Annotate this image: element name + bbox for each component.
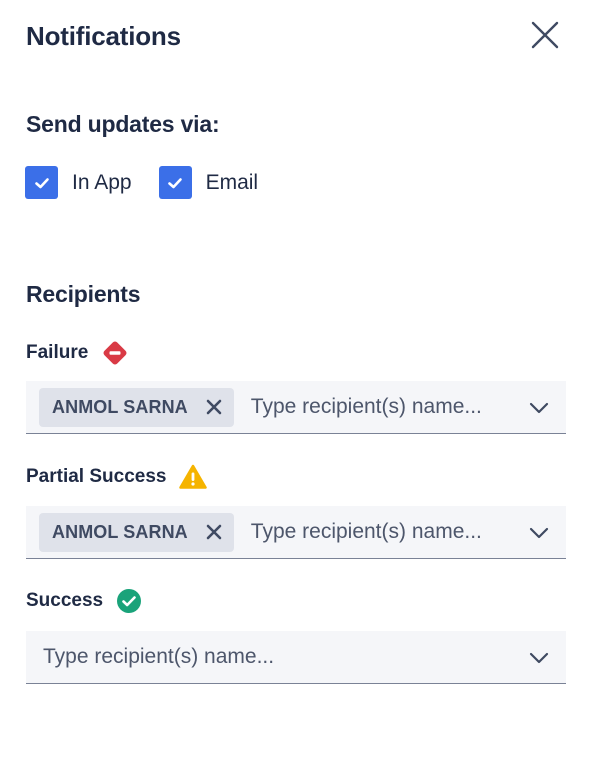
partial-success-recipients-select[interactable]: ANMOL SARNA Type recipient(s) name... [26, 506, 566, 559]
success-label-text: Success [26, 590, 104, 611]
partial-success-label: Partial Success [26, 464, 208, 490]
failure-icon [101, 339, 129, 367]
email-checkbox[interactable] [158, 166, 192, 199]
chevron-down-icon [529, 402, 549, 414]
panel-title: Notifications [26, 21, 181, 51]
chevron-down-icon [529, 652, 549, 664]
close-icon [206, 399, 222, 415]
email-label: Email [205, 171, 259, 194]
remove-recipient-button[interactable] [204, 397, 224, 417]
chevron-down-icon [529, 527, 549, 539]
warning-icon [179, 464, 208, 490]
recipient-chip: ANMOL SARNA [39, 387, 234, 427]
failure-label: Failure [26, 339, 129, 367]
success-label: Success [26, 588, 142, 614]
recipients-title: Recipients [26, 281, 141, 307]
recipient-search-input[interactable]: Type recipient(s) name... [251, 395, 482, 419]
in-app-option[interactable]: In App [25, 166, 132, 199]
channel-checkboxes: In App Email [25, 166, 285, 199]
in-app-label: In App [72, 171, 132, 194]
dropdown-toggle[interactable] [528, 522, 550, 544]
failure-label-text: Failure [26, 342, 89, 363]
dropdown-toggle[interactable] [528, 647, 550, 669]
in-app-checkbox[interactable] [25, 166, 58, 199]
recipient-chip: ANMOL SARNA [39, 512, 234, 552]
remove-recipient-button[interactable] [204, 522, 224, 542]
dropdown-toggle[interactable] [528, 397, 550, 419]
close-button[interactable] [530, 20, 560, 50]
failure-recipients-select[interactable]: ANMOL SARNA Type recipient(s) name... [26, 381, 566, 434]
partial-success-label-text: Partial Success [26, 466, 167, 487]
checkmark-icon [34, 177, 49, 188]
checkmark-icon [168, 177, 182, 188]
close-icon [206, 524, 222, 540]
send-updates-title: Send updates via: [26, 111, 220, 137]
recipient-chip-label: ANMOL SARNA [52, 396, 188, 417]
success-icon [116, 588, 142, 614]
recipient-search-input[interactable]: Type recipient(s) name... [251, 520, 482, 544]
success-recipients-select[interactable]: Type recipient(s) name... [26, 631, 566, 684]
recipient-chip-label: ANMOL SARNA [52, 521, 188, 542]
email-option[interactable]: Email [158, 166, 259, 199]
close-icon [531, 21, 559, 49]
recipient-search-input[interactable]: Type recipient(s) name... [43, 645, 274, 669]
panel-header: Notifications [26, 18, 566, 58]
